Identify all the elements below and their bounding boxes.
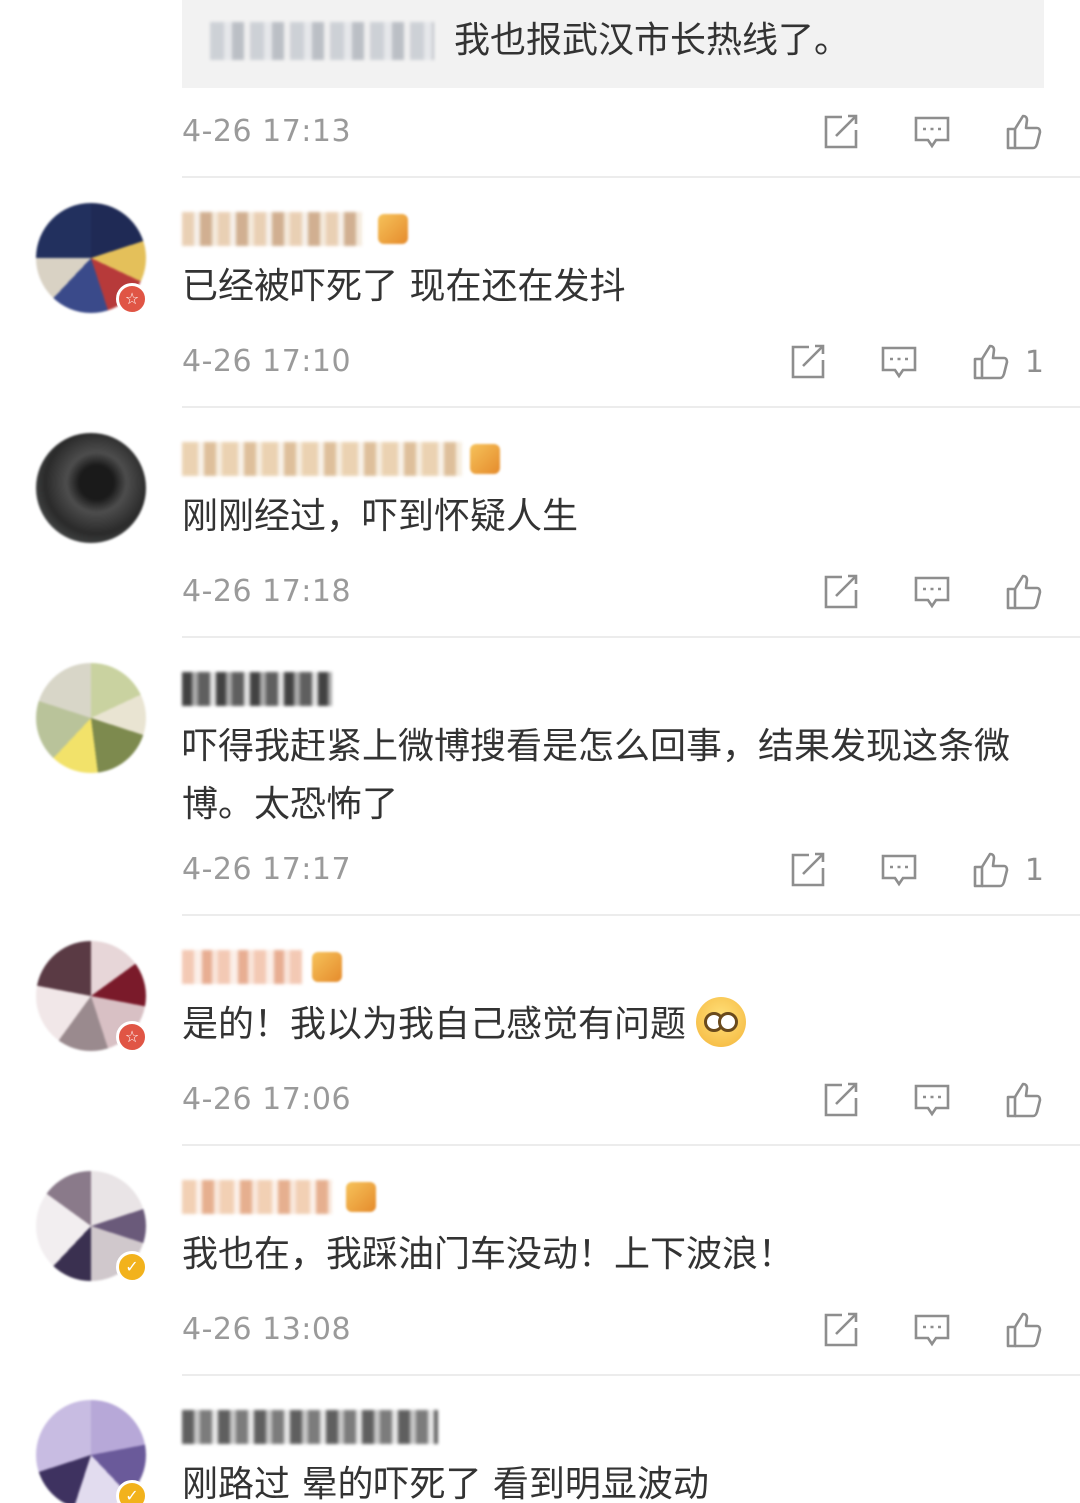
blurred-username[interactable] — [182, 1410, 438, 1444]
divider — [182, 406, 1080, 408]
repost-icon — [824, 114, 858, 149]
comment-text: 已经被吓死了 现在还在发抖 — [182, 266, 626, 307]
like-count: 1 — [1024, 852, 1044, 888]
like-button[interactable] — [1004, 112, 1044, 152]
avatar[interactable]: ☆ — [36, 203, 148, 315]
like-button[interactable] — [1004, 1310, 1044, 1350]
divider — [182, 1144, 1080, 1146]
avatar[interactable] — [36, 433, 146, 543]
comment-text: 刚刚经过，吓到怀疑人生 — [182, 496, 579, 537]
comment-button[interactable] — [912, 1310, 952, 1350]
timestamp: 4-26 17:17 — [182, 852, 352, 887]
comment-button[interactable] — [912, 572, 952, 612]
repost-icon — [824, 574, 858, 609]
repost-button[interactable] — [787, 850, 827, 890]
comment-icon — [914, 116, 950, 149]
thumbs-up-icon — [1006, 574, 1042, 610]
timestamp: 4-26 17:06 — [182, 1082, 352, 1117]
avatar[interactable]: ✓ — [36, 1171, 148, 1283]
comment-button[interactable] — [912, 1080, 952, 1120]
divider — [182, 914, 1080, 916]
dizzy-face-emoji — [696, 997, 747, 1047]
thumbs-up-icon — [1006, 1082, 1042, 1118]
quoted-reply[interactable]: 我也报武汉市长热线了。 — [182, 0, 1044, 88]
comment-button[interactable] — [912, 112, 952, 152]
repost-button[interactable] — [787, 342, 827, 382]
comment-text: 我也在，我踩油门车没动！上下波浪！ — [182, 1234, 795, 1275]
blurred-username[interactable] — [182, 442, 462, 476]
verified-badge-icon: ✓ — [116, 1251, 148, 1283]
fan-medal-icon — [470, 444, 500, 474]
repost-button[interactable] — [820, 112, 860, 152]
avatar[interactable]: ☆ — [36, 941, 148, 1053]
action-bar: 1 — [735, 340, 1044, 384]
repost-icon — [791, 852, 825, 887]
divider — [182, 636, 1080, 638]
comment-text-content: 是的！我以为我自己感觉有问题 — [182, 1004, 687, 1045]
thumbs-up-icon — [973, 344, 1009, 380]
divider — [182, 1374, 1080, 1376]
comment-text: 是的！我以为我自己感觉有问题 — [182, 996, 747, 1054]
blurred-username[interactable] — [182, 950, 302, 984]
verified-badge-icon: ✓ — [116, 1480, 148, 1503]
thumbs-up-icon — [1006, 1312, 1042, 1348]
action-bar — [768, 1308, 1044, 1352]
repost-button[interactable] — [820, 1310, 860, 1350]
blurred-username[interactable] — [182, 1180, 332, 1214]
comment-button[interactable] — [879, 342, 919, 382]
reply-text: 我也报武汉市长热线了。 — [454, 20, 851, 61]
action-bar — [768, 570, 1044, 614]
repost-icon — [824, 1312, 858, 1347]
like-button[interactable] — [1004, 1080, 1044, 1120]
verified-badge-icon: ☆ — [116, 283, 148, 315]
fan-medal-icon — [378, 214, 408, 244]
repost-icon — [824, 1082, 858, 1117]
timestamp: 4-26 13:08 — [182, 1312, 352, 1347]
comment-text: 吓得我赶紧上微博搜看是怎么回事，结果发现这条微博。太恐怖了 — [182, 726, 1011, 825]
action-bar — [768, 110, 1044, 154]
repost-button[interactable] — [820, 572, 860, 612]
comment-icon — [881, 346, 917, 379]
blurred-username — [210, 22, 434, 60]
timestamp: 4-26 17:10 — [182, 344, 352, 379]
thumbs-up-icon — [1006, 114, 1042, 150]
timestamp: 4-26 17:13 — [182, 114, 352, 149]
like-button[interactable]: 1 — [971, 850, 1044, 890]
like-button[interactable] — [1004, 572, 1044, 612]
avatar[interactable]: ✓ — [36, 1400, 148, 1503]
comment-icon — [914, 576, 950, 609]
verified-badge-icon: ☆ — [116, 1021, 148, 1053]
comment-icon — [914, 1084, 950, 1117]
fan-medal-icon — [346, 1182, 376, 1212]
divider — [182, 176, 1080, 178]
fan-medal-icon — [312, 952, 342, 982]
avatar[interactable] — [36, 663, 146, 773]
repost-icon — [791, 344, 825, 379]
like-button[interactable]: 1 — [971, 342, 1044, 382]
comment-icon — [881, 854, 917, 887]
repost-button[interactable] — [820, 1080, 860, 1120]
thumbs-up-icon — [973, 852, 1009, 888]
action-bar: 1 — [735, 848, 1044, 892]
comment-icon — [914, 1314, 950, 1347]
comment-text: 刚路过 晕的吓死了 看到明显波动 — [182, 1464, 709, 1503]
like-count: 1 — [1024, 344, 1044, 380]
blurred-username[interactable] — [182, 212, 362, 246]
blurred-username[interactable] — [182, 672, 332, 706]
action-bar — [768, 1078, 1044, 1122]
comment-button[interactable] — [879, 850, 919, 890]
timestamp: 4-26 17:18 — [182, 574, 352, 609]
